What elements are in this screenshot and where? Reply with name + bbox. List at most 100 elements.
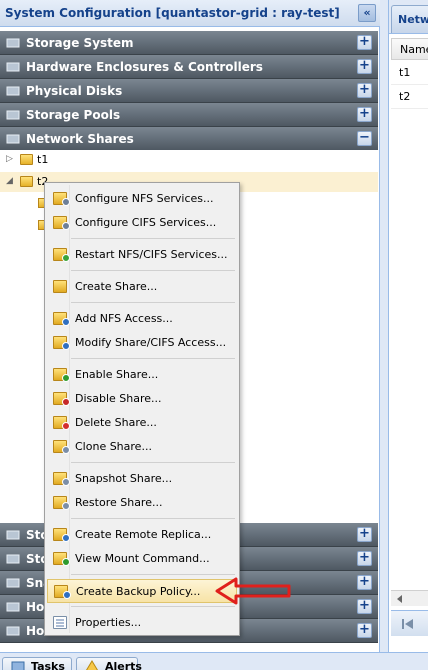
- physical-disk-icon: [6, 85, 20, 97]
- panel-title: System Configuration [quantastor-grid : …: [5, 6, 340, 20]
- menu-item-add-nfs-access[interactable]: Add NFS Access...: [47, 307, 237, 331]
- status-badge-icon: [62, 374, 70, 382]
- menu-item-create-backup-policy[interactable]: Create Backup Policy...: [47, 579, 237, 603]
- menu-separator: [71, 574, 235, 575]
- accordion-header-storage-pools[interactable]: Storage Pools +: [0, 103, 378, 127]
- menu-separator: [71, 462, 235, 463]
- accordion-toggle-button[interactable]: +: [357, 599, 372, 614]
- host-icon: [6, 601, 20, 613]
- menu-item-create-remote-replica[interactable]: Create Remote Replica...: [47, 523, 237, 547]
- accordion-toggle-button[interactable]: +: [357, 623, 372, 638]
- table-row[interactable]: t1: [391, 61, 428, 85]
- tree-node-t1[interactable]: ▷ t1: [0, 150, 378, 170]
- collapse-panel-button[interactable]: «: [358, 4, 376, 22]
- accordion-toggle-button[interactable]: +: [357, 551, 372, 566]
- red-pointer-arrow-icon: [215, 577, 291, 605]
- accordion-label: Hardware Enclosures & Controllers: [26, 60, 263, 74]
- menu-separator: [71, 358, 235, 359]
- accordion-toggle-button[interactable]: +: [357, 527, 372, 542]
- menu-item-clone-share[interactable]: Clone Share...: [47, 435, 237, 459]
- menu-item-restart-nfs-cifs-services[interactable]: Restart NFS/CIFS Services...: [47, 243, 237, 267]
- menu-item-label: Add NFS Access...: [75, 312, 173, 325]
- status-badge-icon: [62, 446, 70, 454]
- share-context-menu: Configure NFS Services... Configure CIFS …: [44, 182, 240, 636]
- accordion-header-physical-disks[interactable]: Physical Disks +: [0, 79, 378, 103]
- menu-item-label: Clone Share...: [75, 440, 152, 453]
- accordion-header-hardware-enclosures-controllers[interactable]: Hardware Enclosures & Controllers +: [0, 55, 378, 79]
- menu-item-create-share[interactable]: Create Share...: [47, 275, 237, 299]
- tab-network-shares[interactable]: Netwo: [391, 5, 428, 33]
- menu-item-label: Disable Share...: [75, 392, 162, 405]
- storage-pool-icon: [6, 109, 20, 121]
- menu-item-modify-share-cifs-access[interactable]: Modify Share/CIFS Access...: [47, 331, 237, 355]
- menu-item-label: Delete Share...: [75, 416, 157, 429]
- tasks-icon: [11, 661, 25, 670]
- menu-item-enable-share[interactable]: Enable Share...: [47, 363, 237, 387]
- accordion-toggle-button[interactable]: +: [357, 575, 372, 590]
- menu-separator: [71, 238, 235, 239]
- network-share-icon: [6, 133, 20, 145]
- menu-item-restore-share[interactable]: Restore Share...: [47, 491, 237, 515]
- menu-item-configure-cifs-services[interactable]: Configure CIFS Services...: [47, 211, 237, 235]
- status-badge-icon: [62, 558, 70, 566]
- status-badge-icon: [62, 398, 70, 406]
- tree-node-label: t1: [37, 153, 49, 166]
- accordion-toggle-button[interactable]: +: [357, 83, 372, 98]
- status-badge-icon: [63, 591, 71, 599]
- menu-item-configure-nfs-services[interactable]: Configure NFS Services...: [47, 187, 237, 211]
- tab-label: Tasks: [31, 660, 65, 670]
- status-badge-icon: [62, 222, 70, 230]
- storage-system-icon: [6, 37, 20, 49]
- menu-separator: [71, 518, 235, 519]
- collapse-arrow-icon[interactable]: ◢: [6, 176, 13, 186]
- menu-item-label: Modify Share/CIFS Access...: [75, 336, 227, 349]
- menu-item-label: View Mount Command...: [75, 552, 210, 565]
- panel-title-bar: System Configuration [quantastor-grid : …: [0, 0, 380, 27]
- bottom-tab-bar: Tasks Alerts: [0, 652, 428, 670]
- first-page-icon[interactable]: [401, 618, 415, 630]
- menu-item-disable-share[interactable]: Disable Share...: [47, 387, 237, 411]
- tab-label: Netwo: [398, 13, 428, 26]
- properties-icon: [53, 616, 67, 629]
- status-badge-icon: [62, 478, 70, 486]
- expand-arrow-icon[interactable]: ▷: [6, 154, 13, 164]
- status-badge-icon: [62, 422, 70, 430]
- menu-item-label: Create Backup Policy...: [76, 585, 201, 598]
- menu-item-label: Create Remote Replica...: [75, 528, 212, 541]
- menu-item-delete-share[interactable]: Delete Share...: [47, 411, 237, 435]
- column-header-name[interactable]: Name: [391, 38, 428, 60]
- accordion-label: Physical Disks: [26, 84, 123, 98]
- table-row[interactable]: t2: [391, 85, 428, 109]
- accordion-label: Storage Pools: [26, 108, 121, 122]
- menu-separator: [71, 606, 235, 607]
- tab-label: Alerts: [105, 660, 142, 670]
- menu-item-properties[interactable]: Properties...: [47, 611, 237, 635]
- menu-item-label: Enable Share...: [75, 368, 159, 381]
- column-header-label: Name: [400, 43, 428, 56]
- menu-item-view-mount-command[interactable]: View Mount Command...: [47, 547, 237, 571]
- accordion-toggle-button[interactable]: −: [357, 131, 372, 146]
- status-badge-icon: [62, 318, 70, 326]
- status-badge-icon: [62, 502, 70, 510]
- accordion-header-storage-system[interactable]: Storage System +: [0, 31, 378, 55]
- tab-alerts[interactable]: Alerts: [76, 657, 142, 670]
- network-shares-grid-panel: Netwo Name t1 t2: [388, 0, 428, 670]
- accordion-label: Storage System: [26, 36, 134, 50]
- scroll-left-icon[interactable]: [395, 594, 405, 604]
- enclosure-icon: [6, 61, 20, 73]
- accordion-label: Network Shares: [26, 132, 134, 146]
- accordion-header-network-shares[interactable]: Network Shares −: [0, 127, 378, 151]
- accordion-toggle-button[interactable]: +: [357, 59, 372, 74]
- accordion-toggle-button[interactable]: +: [357, 107, 372, 122]
- accordion-toggle-button[interactable]: +: [357, 35, 372, 50]
- menu-item-label: Restart NFS/CIFS Services...: [75, 248, 228, 261]
- horizontal-scrollbar[interactable]: [391, 590, 428, 606]
- menu-item-snapshot-share[interactable]: Snapshot Share...: [47, 467, 237, 491]
- menu-item-label: Restore Share...: [75, 496, 163, 509]
- alerts-icon: [86, 660, 98, 670]
- tab-strip: Netwo: [389, 0, 428, 34]
- menu-item-label: Properties...: [75, 616, 142, 629]
- tab-tasks[interactable]: Tasks: [2, 657, 72, 670]
- menu-item-label: Configure CIFS Services...: [75, 216, 217, 229]
- table-cell-name: t2: [399, 90, 411, 103]
